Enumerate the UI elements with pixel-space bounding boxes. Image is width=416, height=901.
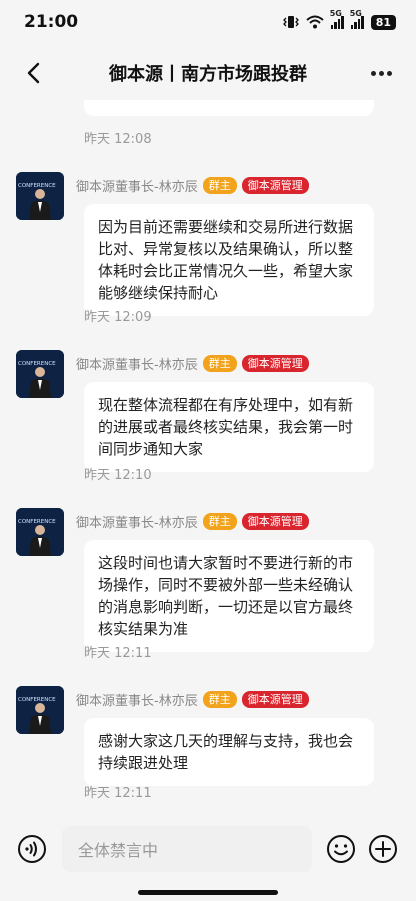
admin-badge: 御本源管理 xyxy=(241,177,309,194)
svg-text:CONFERENCE: CONFERENCE xyxy=(18,361,56,367)
voice-button[interactable] xyxy=(17,834,47,864)
avatar[interactable]: CONFERENCE xyxy=(16,172,64,220)
message-time: 昨天 12:08 xyxy=(84,132,152,147)
owner-badge: 群主 xyxy=(202,355,237,372)
owner-badge: 群主 xyxy=(202,691,237,708)
message-list[interactable]: 昨天 12:08 CONFERENCE 御本源董事长-林亦辰 群主 御本源管理 … xyxy=(0,100,416,810)
status-time: 21:00 xyxy=(24,12,79,32)
sender-info: 御本源董事长-林亦辰 群主 御本源管理 xyxy=(76,176,309,195)
message-time: 昨天 12:09 xyxy=(84,310,152,325)
emoji-button[interactable] xyxy=(326,834,356,864)
message-time: 昨天 12:10 xyxy=(84,468,152,483)
back-button[interactable] xyxy=(18,58,48,88)
owner-badge: 群主 xyxy=(202,177,237,194)
home-indicator xyxy=(138,890,278,895)
plus-icon xyxy=(369,835,397,863)
message-time: 昨天 12:11 xyxy=(84,786,152,801)
avatar-image: CONFERENCE xyxy=(16,686,64,734)
chat-title: 御本源丨南方市场跟投群 xyxy=(109,64,307,85)
avatar-image: CONFERENCE xyxy=(16,350,64,398)
svg-text:CONFERENCE: CONFERENCE xyxy=(18,519,56,525)
sender-name: 御本源董事长-林亦辰 xyxy=(76,180,198,195)
more-options-button[interactable] xyxy=(366,58,396,88)
message-bubble[interactable]: 现在整体流程都在有序处理中，如有新的进展或者最终核实结果，我会第一时间同步通知大… xyxy=(84,382,374,472)
status-icons: 5G 5G 81 xyxy=(282,9,396,30)
avatar[interactable]: CONFERENCE xyxy=(16,508,64,556)
sender-name: 御本源董事长-林亦辰 xyxy=(76,358,198,373)
emoji-icon xyxy=(327,835,355,863)
chevron-left-icon xyxy=(27,62,40,84)
sender-name: 御本源董事长-林亦辰 xyxy=(76,516,198,531)
more-dot-icon xyxy=(370,70,376,76)
owner-badge: 群主 xyxy=(202,513,237,530)
message-bubble[interactable]: 这段时间也请大家暂时不要进行新的市场操作，同时不要被外部一些未经确认的消息影响判… xyxy=(84,540,374,652)
avatar[interactable]: CONFERENCE xyxy=(16,686,64,734)
input-bar: 全体禁言中 xyxy=(0,812,416,901)
message-bubble[interactable]: 因为目前还需要继续和交易所进行数据比对、异常复核以及结果确认，所以整体耗时会比正… xyxy=(84,204,374,316)
network-type-label: 5G xyxy=(349,8,362,18)
avatar-image: CONFERENCE xyxy=(16,172,64,220)
svg-text:CONFERENCE: CONFERENCE xyxy=(18,183,56,189)
cellular-signal-icon-2: 5G xyxy=(350,9,364,29)
avatar[interactable]: CONFERENCE xyxy=(16,350,64,398)
sender-info: 御本源董事长-林亦辰 群主 御本源管理 xyxy=(76,512,309,531)
admin-badge: 御本源管理 xyxy=(241,355,309,372)
sender-info: 御本源董事长-林亦辰 群主 御本源管理 xyxy=(76,354,309,373)
message-input[interactable]: 全体禁言中 xyxy=(62,826,312,872)
admin-badge: 御本源管理 xyxy=(241,513,309,530)
more-dot-icon xyxy=(386,70,392,76)
admin-badge: 御本源管理 xyxy=(241,691,309,708)
status-bar: 21:00 5G 5G 81 xyxy=(0,0,416,44)
chat-header: 御本源丨南方市场跟投群 xyxy=(0,46,416,100)
message-bubble[interactable]: 感谢大家这几天的理解与支持，我也会持续跟进处理 xyxy=(84,718,374,786)
more-dot-icon xyxy=(378,70,384,76)
network-type-label: 5G xyxy=(329,8,342,18)
more-actions-button[interactable] xyxy=(368,834,398,864)
voice-icon xyxy=(18,835,46,863)
cellular-signal-icon-1: 5G xyxy=(330,9,344,29)
wifi-icon xyxy=(306,15,324,29)
avatar-image: CONFERENCE xyxy=(16,508,64,556)
battery-indicator: 81 xyxy=(370,14,396,30)
message-time: 昨天 12:11 xyxy=(84,646,152,661)
previous-message-bubble[interactable] xyxy=(84,100,374,116)
svg-text:CONFERENCE: CONFERENCE xyxy=(18,697,56,703)
sender-name: 御本源董事长-林亦辰 xyxy=(76,694,198,709)
sender-info: 御本源董事长-林亦辰 群主 御本源管理 xyxy=(76,690,309,709)
vibrate-icon xyxy=(282,16,299,28)
